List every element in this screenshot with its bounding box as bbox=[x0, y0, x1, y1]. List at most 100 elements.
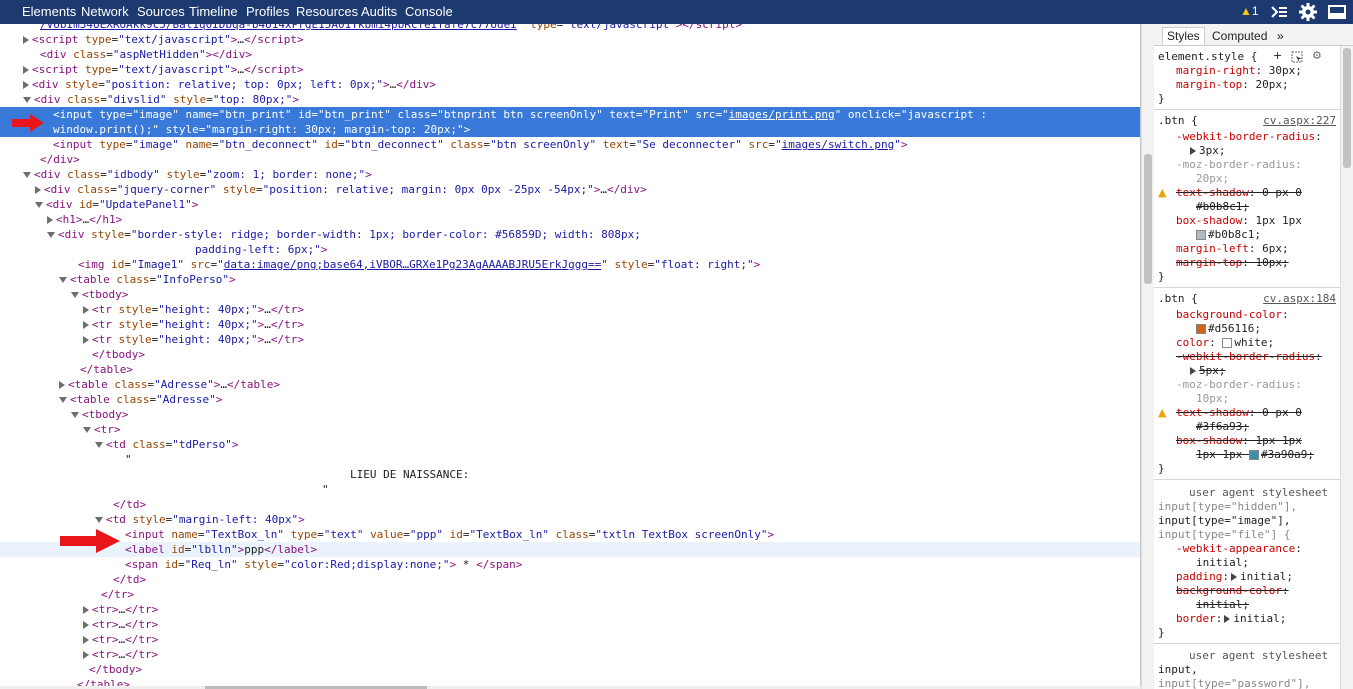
dom-node-line[interactable]: <script type="text/javascript">…</script… bbox=[0, 32, 1140, 47]
dom-node-line[interactable]: <script type="text/javascript">…</script… bbox=[0, 62, 1140, 77]
expand-arrow-icon[interactable] bbox=[23, 66, 29, 74]
dom-node-line[interactable]: <tr style="height: 40px;">…</tr> bbox=[0, 317, 1140, 332]
dom-node-line[interactable]: </table> bbox=[0, 362, 1140, 377]
collapse-arrow-icon[interactable] bbox=[35, 202, 43, 208]
collapse-arrow-icon[interactable] bbox=[59, 397, 67, 403]
warning-counter[interactable]: ▲1 bbox=[1240, 4, 1259, 22]
dom-node-line[interactable]: " bbox=[0, 482, 1140, 497]
collapse-arrow-icon[interactable] bbox=[47, 232, 55, 238]
tab-network[interactable]: Network bbox=[81, 4, 129, 19]
dom-node-line[interactable]: <tr style="height: 40px;">…</tr> bbox=[0, 302, 1140, 317]
dom-node-line[interactable]: <label id="lblln">ppp</label> bbox=[0, 542, 1140, 557]
expand-arrow-icon[interactable] bbox=[83, 621, 89, 629]
dom-node-line[interactable]: <tr>…</tr> bbox=[0, 647, 1140, 662]
sidebar-tabs: Styles Computed » bbox=[1154, 24, 1353, 46]
btn-rule-selector: .btn { bbox=[1158, 114, 1198, 127]
dom-tree-panel[interactable]: /VUbIm34UEXRUAkk9c5/Bal1q0IDbqa-b4U14xPr… bbox=[0, 24, 1141, 689]
expand-arrow-icon[interactable] bbox=[83, 336, 89, 344]
expand-arrow-icon[interactable] bbox=[23, 36, 29, 44]
tab-timeline[interactable]: Timeline bbox=[189, 4, 238, 19]
dom-node-line[interactable]: <div class="idbody" style="zoom: 1; bord… bbox=[0, 167, 1140, 182]
dom-node-line[interactable]: <tr>…</tr> bbox=[0, 617, 1140, 632]
more-tabs-button[interactable]: » bbox=[1272, 27, 1289, 45]
dom-scrollbar[interactable] bbox=[1141, 24, 1154, 689]
dom-node-line[interactable]: </tbody> bbox=[0, 347, 1140, 362]
expand-arrow-icon[interactable] bbox=[83, 651, 89, 659]
sidebar-scrollbar[interactable] bbox=[1340, 46, 1353, 689]
dom-node-line[interactable]: </td> bbox=[0, 497, 1140, 512]
expand-arrow-icon[interactable] bbox=[35, 186, 41, 194]
dom-node-line[interactable]: <tr>…</tr> bbox=[0, 602, 1140, 617]
dom-node-line[interactable]: " bbox=[0, 452, 1140, 467]
dom-node-line[interactable]: <tbody> bbox=[0, 407, 1140, 422]
dom-node-line[interactable]: <tr>…</tr> bbox=[0, 632, 1140, 647]
expand-arrow-icon[interactable] bbox=[83, 636, 89, 644]
dom-node-line[interactable]: <table class="InfoPerso"> bbox=[0, 272, 1140, 287]
dom-node-line[interactable]: padding-left: 6px;"> bbox=[0, 242, 1140, 257]
collapse-arrow-icon[interactable] bbox=[59, 277, 67, 283]
tab-audits[interactable]: Audits bbox=[361, 4, 397, 19]
expand-arrow-icon[interactable] bbox=[23, 81, 29, 89]
collapse-arrow-icon[interactable] bbox=[95, 442, 103, 448]
dom-node-line[interactable]: <table class="Adresse"> bbox=[0, 392, 1140, 407]
dom-node-line[interactable]: <table class="Adresse">…</table> bbox=[0, 377, 1140, 392]
dock-icon[interactable] bbox=[1328, 3, 1346, 21]
dom-node-line[interactable]: <tr> bbox=[0, 422, 1140, 437]
dom-node-selected[interactable]: <input type="image" name="btn_print" id=… bbox=[0, 107, 1140, 137]
dom-node-line[interactable]: </tbody> bbox=[0, 662, 1140, 677]
collapse-arrow-icon[interactable] bbox=[23, 97, 31, 103]
add-rule-icon[interactable]: + bbox=[1273, 49, 1282, 63]
collapse-arrow-icon[interactable] bbox=[95, 517, 103, 523]
dom-node-line[interactable]: <h1>…</h1> bbox=[0, 212, 1140, 227]
gear-icon[interactable]: ⚙ bbox=[1312, 49, 1322, 63]
collapse-arrow-icon[interactable] bbox=[83, 427, 91, 433]
expand-arrow-icon[interactable] bbox=[83, 606, 89, 614]
warning-icon: ▲ bbox=[1158, 186, 1167, 199]
red-arrow-icon bbox=[60, 529, 120, 553]
collapse-arrow-icon[interactable] bbox=[23, 172, 31, 178]
dom-node-line[interactable]: <td style="margin-left: 40px"> bbox=[0, 512, 1140, 527]
console-drawer-icon[interactable] bbox=[1270, 3, 1288, 21]
warning-icon: ▲ bbox=[1158, 406, 1167, 419]
dom-node-line[interactable]: <img id="Image1" src="data:image/png;bas… bbox=[0, 257, 1140, 272]
dom-node-line[interactable]: <div style="position: relative; top: 0px… bbox=[0, 77, 1140, 92]
tab-elements[interactable]: Elements bbox=[22, 4, 76, 19]
tab-styles[interactable]: Styles bbox=[1162, 27, 1205, 45]
tab-console[interactable]: Console bbox=[405, 4, 453, 19]
rule-source-link[interactable]: cv.aspx:227 bbox=[1263, 114, 1336, 128]
dom-node-line[interactable]: <tr style="height: 40px;">…</tr> bbox=[0, 332, 1140, 347]
collapse-arrow-icon[interactable] bbox=[71, 292, 79, 298]
gear-icon[interactable] bbox=[1299, 3, 1317, 21]
collapse-arrow-icon[interactable] bbox=[71, 412, 79, 418]
dom-node-line[interactable]: <div class="divslid" style="top: 80px;"> bbox=[0, 92, 1140, 107]
dom-node-line[interactable]: <span id="Req_ln" style="color:Red;displ… bbox=[0, 557, 1140, 572]
expand-arrow-icon[interactable] bbox=[59, 381, 65, 389]
dom-node-line[interactable]: <div id="UpdatePanel1"> bbox=[0, 197, 1140, 212]
dom-node-line[interactable]: <input name="TextBox_ln" type="text" val… bbox=[0, 527, 1140, 542]
expand-arrow-icon[interactable] bbox=[83, 321, 89, 329]
expand-arrow-icon[interactable] bbox=[83, 306, 89, 314]
element-state-icon[interactable] bbox=[1291, 51, 1303, 65]
rule-source-link[interactable]: cv.aspx:184 bbox=[1263, 292, 1336, 306]
tab-profiles[interactable]: Profiles bbox=[246, 4, 289, 19]
element-style-selector: element.style { bbox=[1158, 50, 1258, 63]
dom-node-line[interactable]: </td> bbox=[0, 572, 1140, 587]
dom-node-line[interactable]: </div> bbox=[0, 152, 1140, 167]
dom-node-line[interactable]: <td class="tdPerso"> bbox=[0, 437, 1140, 452]
tab-computed[interactable]: Computed bbox=[1207, 27, 1272, 45]
dom-node-line[interactable]: <div class="jquery-corner" style="positi… bbox=[0, 182, 1140, 197]
user-agent-label: user agent stylesheet bbox=[1189, 486, 1329, 499]
dom-node-line[interactable]: </tr> bbox=[0, 587, 1140, 602]
tab-sources[interactable]: Sources bbox=[137, 4, 185, 19]
dom-node-line[interactable]: <div class="aspNetHidden"></div> bbox=[0, 47, 1140, 62]
btn-rule-selector: .btn { bbox=[1158, 292, 1198, 305]
red-arrow-icon bbox=[12, 114, 44, 132]
expand-arrow-icon[interactable] bbox=[47, 216, 53, 224]
tab-resources[interactable]: Resources bbox=[296, 4, 358, 19]
dom-node-line[interactable]: /VUbIm34UEXRUAkk9c5/Bal1q0IDbqa-b4U14xPr… bbox=[0, 24, 1140, 32]
dom-node-line[interactable]: <tbody> bbox=[0, 287, 1140, 302]
dom-node-line[interactable]: <div style="border-style: ridge; border-… bbox=[0, 227, 1140, 242]
devtools-toolbar: Elements Network Sources Timeline Profil… bbox=[0, 0, 1353, 24]
dom-node-line[interactable]: <input type="image" name="btn_deconnect"… bbox=[0, 137, 1140, 152]
dom-node-line[interactable]: LIEU DE NAISSANCE: bbox=[0, 467, 1140, 482]
